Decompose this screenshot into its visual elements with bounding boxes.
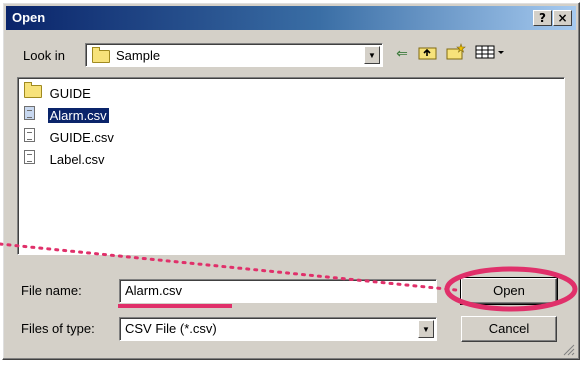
- chevron-down-icon[interactable]: ▼: [364, 46, 380, 64]
- look-in-combobox[interactable]: Sample ▼: [85, 43, 383, 67]
- close-button[interactable]: ×: [553, 10, 572, 26]
- file-list[interactable]: GUIDE Alarm.csv GUIDE.csv Label.csv: [17, 77, 565, 255]
- list-item-label: GUIDE.csv: [49, 129, 114, 145]
- window-title: Open: [12, 10, 46, 25]
- file-name-field[interactable]: Alarm.csv: [119, 279, 437, 303]
- list-item[interactable]: GUIDE.csv: [24, 128, 116, 146]
- list-item[interactable]: Alarm.csv: [24, 106, 110, 125]
- up-one-level-icon[interactable]: [417, 43, 439, 65]
- list-item[interactable]: Label.csv: [24, 150, 107, 168]
- open-dialog: Open ? × Look in Sample ▼ ⇐ GUIDE Alarm.…: [2, 2, 580, 360]
- resize-grip-icon[interactable]: [563, 344, 575, 356]
- back-arrow-icon[interactable]: ⇐: [391, 43, 413, 65]
- cancel-button[interactable]: Cancel: [461, 316, 557, 342]
- csv-file-icon: [24, 128, 44, 147]
- views-menu-icon[interactable]: [473, 43, 507, 65]
- file-name-label: File name:: [21, 283, 82, 298]
- files-of-type-value: CSV File (*.csv): [125, 321, 217, 336]
- csv-file-icon: [24, 150, 44, 169]
- new-folder-icon[interactable]: [445, 43, 467, 65]
- look-in-label: Look in: [23, 48, 65, 63]
- files-of-type-label: Files of type:: [21, 321, 95, 336]
- help-button[interactable]: ?: [533, 10, 552, 26]
- folder-icon: [92, 47, 110, 66]
- title-bar[interactable]: Open ? ×: [6, 6, 576, 30]
- list-item[interactable]: GUIDE: [24, 81, 93, 103]
- folder-icon: [24, 81, 44, 103]
- list-item-label: Alarm.csv: [46, 106, 110, 124]
- look-in-value: Sample: [116, 48, 161, 63]
- chevron-down-icon[interactable]: ▼: [418, 320, 434, 338]
- open-button[interactable]: Open: [460, 277, 558, 305]
- csv-file-icon: [24, 106, 44, 125]
- file-name-value: Alarm.csv: [125, 283, 183, 298]
- files-of-type-combobox[interactable]: CSV File (*.csv) ▼: [119, 317, 437, 341]
- list-item-label: Label.csv: [49, 151, 105, 167]
- list-item-label: GUIDE: [49, 85, 91, 101]
